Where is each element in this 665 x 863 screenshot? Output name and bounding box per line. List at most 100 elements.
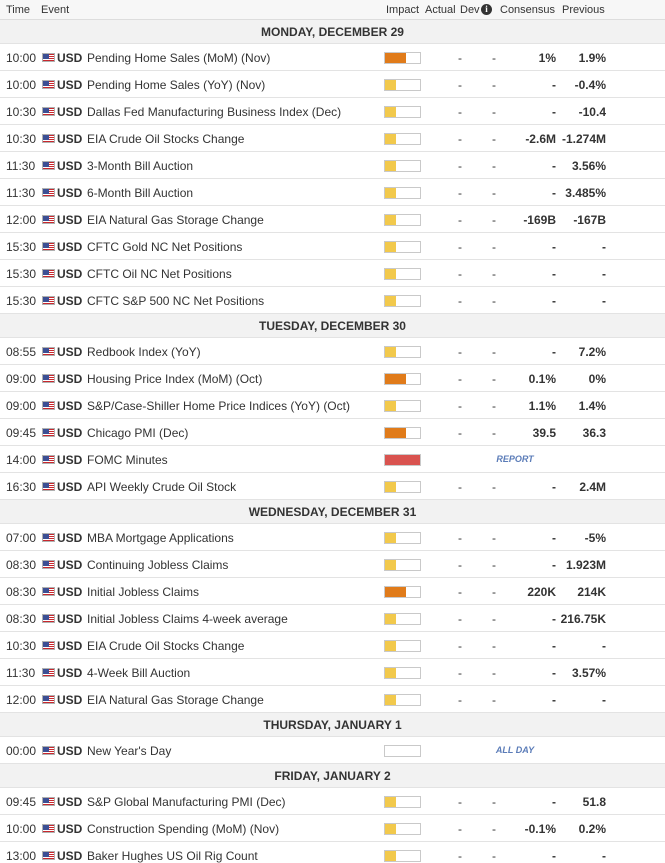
event-name[interactable]: EIA Natural Gas Storage Change	[87, 213, 264, 227]
event-row[interactable]: 00:00 USD New Year's Day ALL DAY	[0, 737, 665, 764]
event-row[interactable]: 12:00 USD EIA Natural Gas Storage Change - -…	[0, 206, 665, 233]
event-dev: -	[492, 78, 496, 92]
event-name[interactable]: 4-Week Bill Auction	[87, 666, 190, 680]
event-name[interactable]: S&P Global Manufacturing PMI (Dec)	[87, 795, 286, 809]
dev-info-icon[interactable]: i	[481, 4, 492, 15]
event-row[interactable]: 13:00 USD Baker Hughes US Oil Rig Count - - -…	[0, 842, 665, 863]
event-actual: -	[458, 822, 462, 836]
impact-bar	[384, 481, 421, 493]
us-flag-icon	[42, 455, 55, 464]
event-row[interactable]: 08:55 USD Redbook Index (YoY) - - - 7.2%	[0, 338, 665, 365]
header-previous[interactable]: Previous	[562, 4, 605, 16]
event-name[interactable]: Pending Home Sales (YoY) (Nov)	[87, 78, 265, 92]
event-row[interactable]: 07:00 USD MBA Mortgage Applications - - - -5%	[0, 524, 665, 551]
event-row[interactable]: 11:30 USD 4-Week Bill Auction - - - 3.57%	[0, 659, 665, 686]
impact-bar	[384, 106, 421, 118]
event-row[interactable]: 15:30 USD CFTC S&P 500 NC Net Positions - - -…	[0, 287, 665, 314]
us-flag-icon	[42, 269, 55, 278]
event-row[interactable]: 14:00 USD FOMC Minutes REPORT	[0, 446, 665, 473]
event-name[interactable]: CFTC Gold NC Net Positions	[87, 240, 242, 254]
event-row[interactable]: 09:00 USD Housing Price Index (MoM) (Oct) -…	[0, 365, 665, 392]
event-currency: USD	[57, 693, 83, 707]
event-row[interactable]: 09:45 USD S&P Global Manufacturing PMI (De…	[0, 788, 665, 815]
event-name[interactable]: Dallas Fed Manufacturing Business Index …	[87, 105, 341, 119]
event-name[interactable]: Initial Jobless Claims	[87, 585, 199, 599]
event-row[interactable]: 15:30 USD CFTC Gold NC Net Positions - - - -	[0, 233, 665, 260]
impact-bar	[384, 640, 421, 652]
event-name[interactable]: EIA Crude Oil Stocks Change	[87, 639, 244, 653]
event-name[interactable]: API Weekly Crude Oil Stock	[87, 480, 236, 494]
event-name[interactable]: S&P/Case-Shiller Home Price Indices (YoY…	[87, 399, 350, 413]
event-name[interactable]: 3-Month Bill Auction	[87, 159, 193, 173]
event-name[interactable]: MBA Mortgage Applications	[87, 531, 234, 545]
event-name[interactable]: FOMC Minutes	[87, 453, 168, 467]
header-consensus[interactable]: Consensus	[500, 4, 555, 16]
event-name[interactable]: CFTC Oil NC Net Positions	[87, 267, 232, 281]
event-row[interactable]: 10:30 USD EIA Crude Oil Stocks Change - - - -	[0, 632, 665, 659]
event-name[interactable]: 6-Month Bill Auction	[87, 186, 193, 200]
event-name[interactable]: Redbook Index (YoY)	[87, 345, 201, 359]
header-time[interactable]: Time	[6, 4, 30, 16]
event-row[interactable]: 10:00 USD Pending Home Sales (YoY) (Nov) - -…	[0, 71, 665, 98]
event-row[interactable]: 16:30 USD API Weekly Crude Oil Stock - - - 2.4…	[0, 473, 665, 500]
event-previous: 1.9%	[578, 51, 606, 65]
event-row[interactable]: 08:30 USD Initial Jobless Claims 4-week av…	[0, 605, 665, 632]
us-flag-icon	[42, 824, 55, 833]
event-row[interactable]: 08:30 USD Continuing Jobless Claims - - -1.92…	[0, 551, 665, 578]
event-consensus: -	[552, 612, 556, 626]
event-time: 10:30	[6, 639, 37, 653]
event-previous: -	[602, 849, 606, 863]
event-name[interactable]: Housing Price Index (MoM) (Oct)	[87, 372, 262, 386]
us-flag-icon	[42, 641, 55, 650]
event-row[interactable]: 12:00 USD EIA Natural Gas Storage Change - -…	[0, 686, 665, 713]
event-row[interactable]: 15:30 USD CFTC Oil NC Net Positions - - - -	[0, 260, 665, 287]
event-previous: -10.4	[578, 105, 606, 119]
impact-bar	[384, 79, 421, 91]
event-name[interactable]: CFTC S&P 500 NC Net Positions	[87, 294, 264, 308]
event-actual: -	[458, 105, 462, 119]
event-consensus: -	[552, 240, 556, 254]
event-row[interactable]: 08:30 USD Initial Jobless Claims - - 220K 214K	[0, 578, 665, 605]
event-name[interactable]: Initial Jobless Claims 4-week average	[87, 612, 288, 626]
impact-fill	[385, 269, 396, 279]
event-name[interactable]: Pending Home Sales (MoM) (Nov)	[87, 51, 270, 65]
event-name[interactable]: Construction Spending (MoM) (Nov)	[87, 822, 279, 836]
event-row[interactable]: 11:30 USD 3-Month Bill Auction - - - 3.56%	[0, 152, 665, 179]
event-dev: -	[492, 480, 496, 494]
header-impact[interactable]: Impact	[386, 4, 419, 16]
event-row[interactable]: 10:00 USD Construction Spending (MoM) (Nov…	[0, 815, 665, 842]
event-name[interactable]: EIA Natural Gas Storage Change	[87, 693, 264, 707]
event-row[interactable]: 10:30 USD EIA Crude Oil Stocks Change - - -2.…	[0, 125, 665, 152]
impact-bar	[384, 850, 421, 862]
event-currency: USD	[57, 399, 83, 413]
event-dev: -	[492, 639, 496, 653]
impact-bar	[384, 796, 421, 808]
event-previous: 3.485%	[565, 186, 606, 200]
event-name[interactable]: New Year's Day	[87, 744, 171, 758]
event-name[interactable]: Baker Hughes US Oil Rig Count	[87, 849, 258, 863]
event-actual: -	[458, 558, 462, 572]
event-previous: 7.2%	[578, 345, 606, 359]
event-currency: USD	[57, 426, 83, 440]
event-name[interactable]: EIA Crude Oil Stocks Change	[87, 132, 244, 146]
event-consensus: 220K	[527, 585, 556, 599]
impact-bar	[384, 559, 421, 571]
event-previous: 2.4M	[579, 480, 606, 494]
event-row[interactable]: 10:30 USD Dallas Fed Manufacturing Busines…	[0, 98, 665, 125]
event-currency: USD	[57, 612, 83, 626]
event-row[interactable]: 11:30 USD 6-Month Bill Auction - - -3.485%	[0, 179, 665, 206]
event-consensus: -	[552, 267, 556, 281]
event-row[interactable]: 09:45 USD Chicago PMI (Dec) - - 39.5 36.3	[0, 419, 665, 446]
impact-fill	[385, 374, 406, 384]
event-name[interactable]: Chicago PMI (Dec)	[87, 426, 188, 440]
event-row[interactable]: 09:00 USD S&P/Case-Shiller Home Price Indi…	[0, 392, 665, 419]
header-event[interactable]: Event	[41, 4, 69, 16]
event-time: 10:00	[6, 51, 37, 65]
event-previous: 0%	[588, 372, 606, 386]
event-consensus: -	[552, 345, 556, 359]
event-name[interactable]: Continuing Jobless Claims	[87, 558, 228, 572]
event-row[interactable]: 10:00 USD Pending Home Sales (MoM) (Nov) - -…	[0, 44, 665, 71]
header-dev[interactable]: Dev	[460, 4, 480, 16]
us-flag-icon	[42, 560, 55, 569]
header-actual[interactable]: Actual	[425, 4, 456, 16]
